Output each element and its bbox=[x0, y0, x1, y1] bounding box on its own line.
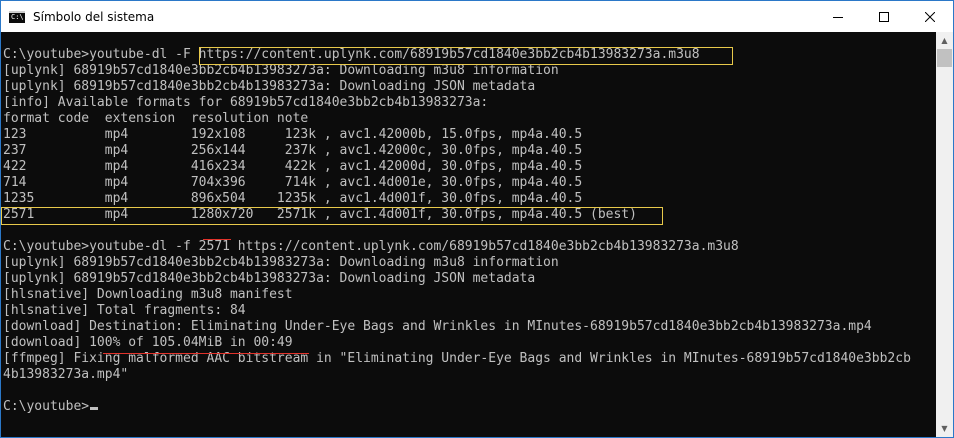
console-line: [ffmpeg] Fixing malformed AAC bitstream … bbox=[3, 351, 911, 366]
maximize-icon bbox=[879, 11, 889, 22]
close-icon bbox=[925, 11, 935, 22]
console-line: C:\youtube>youtube-dl -f 2571 https://co… bbox=[3, 239, 739, 254]
console-line: 2571 mp4 1280x720 2571k , avc1.4d001f, 3… bbox=[3, 207, 637, 222]
console-line: [uplynk] 68919b57cd1840e3bb2cb4b13983273… bbox=[3, 63, 559, 78]
console-line: [uplynk] 68919b57cd1840e3bb2cb4b13983273… bbox=[3, 271, 536, 286]
console-lines: C:\youtube>youtube-dl -F https://content… bbox=[3, 47, 911, 415]
command-prompt-window: C:\ Símbolo del sistema C:\youtube>youtu… bbox=[0, 0, 954, 438]
scroll-down-icon[interactable]: ▼ bbox=[936, 420, 953, 437]
console-line: 237 mp4 256x144 237k , avc1.42000c, 30.0… bbox=[3, 143, 583, 158]
console-line: 422 mp4 416x234 422k , avc1.42000d, 30.0… bbox=[3, 159, 583, 174]
console-line: [uplynk] 68919b57cd1840e3bb2cb4b13983273… bbox=[3, 79, 536, 94]
text-cursor bbox=[90, 407, 99, 410]
console-line: C:\youtube>youtube-dl -F https://content… bbox=[3, 47, 700, 62]
console-app-icon: C:\ bbox=[9, 10, 25, 23]
close-button[interactable] bbox=[907, 1, 953, 32]
console-line: 123 mp4 192x108 123k , avc1.42000b, 15.0… bbox=[3, 127, 583, 142]
console-line: C:\youtube> bbox=[3, 399, 911, 415]
minimize-icon bbox=[833, 16, 843, 18]
window-controls bbox=[815, 1, 953, 32]
console-line: 4b13983273a.mp4" bbox=[3, 367, 129, 382]
window-title: Símbolo del sistema bbox=[33, 9, 155, 24]
scrollbar-thumb[interactable] bbox=[937, 49, 952, 67]
scroll-up-icon[interactable]: ▲ bbox=[936, 32, 953, 49]
console-line: [uplynk] 68919b57cd1840e3bb2cb4b13983273… bbox=[3, 255, 559, 270]
title-bar[interactable]: C:\ Símbolo del sistema bbox=[1, 1, 953, 32]
console-line: [download] Destination: Eliminating Unde… bbox=[3, 319, 872, 334]
console-line: [download] 100% of 105.04MiB in 00:49 bbox=[3, 335, 293, 350]
maximize-button[interactable] bbox=[861, 1, 907, 32]
console-line: [hlsnative] Total fragments: 84 bbox=[3, 303, 246, 318]
console-line: 714 mp4 704x396 714k , avc1.4d001e, 30.0… bbox=[3, 175, 583, 190]
console-output[interactable]: C:\youtube>youtube-dl -F https://content… bbox=[1, 32, 936, 437]
console-line: 1235 mp4 896x504 1235k , avc1.4d001f, 30… bbox=[3, 191, 583, 206]
console-line: [info] Available formats for 68919b57cd1… bbox=[3, 95, 489, 110]
console-line: format code extension resolution note bbox=[3, 111, 309, 126]
console-line: [hlsnative] Downloading m3u8 manifest bbox=[3, 287, 293, 302]
vertical-scrollbar[interactable]: ▲ ▼ bbox=[936, 32, 953, 437]
minimize-button[interactable] bbox=[815, 1, 861, 32]
